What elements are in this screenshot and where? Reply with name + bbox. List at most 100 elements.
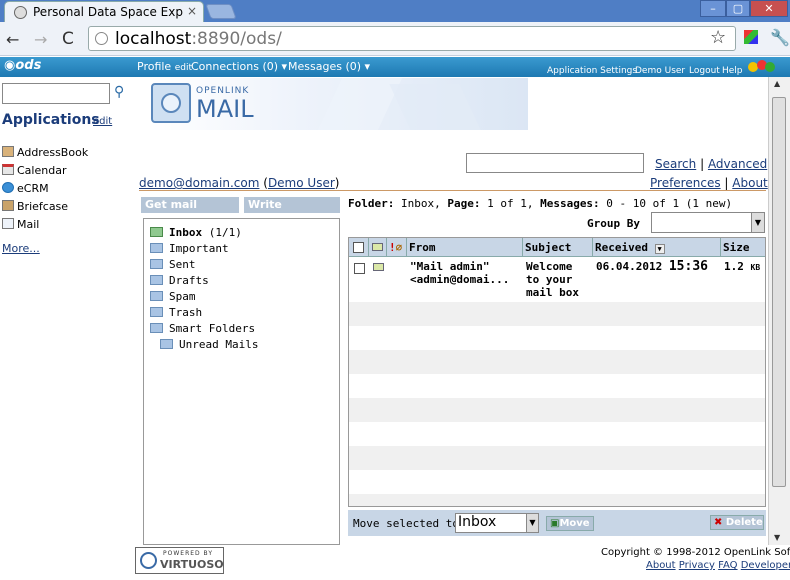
user-link[interactable]: Demo User (635, 66, 685, 76)
app-mail[interactable]: Mail (2, 218, 39, 231)
app-ecrm[interactable]: eCRM (2, 182, 49, 195)
row-from[interactable]: "Mail admin" <admin@domai... (410, 260, 522, 286)
ods-navbar: ◉ods Profile edit Connections (0) ▾ Mess… (0, 57, 790, 77)
get-mail-button[interactable]: Get mail (141, 197, 239, 213)
applications-edit-link[interactable]: edit (93, 116, 112, 127)
about-link[interactable]: About (732, 176, 767, 190)
app-calendar[interactable]: Calendar (2, 164, 66, 177)
email-link[interactable]: demo@domain.com (139, 176, 259, 190)
folder-unread-mails[interactable]: Unread Mails (160, 338, 258, 351)
read-status-header[interactable] (369, 238, 387, 257)
folder-icon (150, 259, 163, 269)
footer-developers-link[interactable]: Developers (741, 560, 790, 571)
preferences-link[interactable]: Preferences (650, 176, 721, 190)
app-addressbook[interactable]: AddressBook (2, 146, 88, 159)
copyright: Copyright © 1998-2012 OpenLink Software (601, 547, 790, 558)
folder-smart-folders[interactable]: Smart Folders (150, 322, 255, 335)
reload-icon[interactable]: C (62, 29, 74, 49)
advanced-search-link[interactable]: Advanced (708, 157, 767, 171)
select-all-checkbox[interactable] (353, 242, 364, 253)
profile-edit-link[interactable]: edit (175, 63, 192, 73)
connections-menu[interactable]: Connections (0) ▾ (191, 60, 287, 73)
row-received: 06.04.2012 15:36 (596, 259, 708, 274)
folder-tree: Inbox (1/1) Important Sent Drafts Spam T… (143, 218, 340, 545)
forward-arrow-icon[interactable]: → (34, 30, 47, 49)
folder-inbox[interactable]: Inbox (1/1) (150, 226, 242, 239)
folder-sent[interactable]: Sent (150, 258, 196, 271)
folder-icon (150, 291, 163, 301)
footer-privacy-link[interactable]: Privacy (679, 560, 715, 571)
calendar-icon (2, 164, 14, 175)
sort-arrow-icon[interactable]: ▼ (654, 244, 665, 254)
bookmark-star-icon[interactable]: ☆ (710, 27, 726, 48)
column-from[interactable]: From (407, 238, 523, 257)
message-actions-bar: Move selected to Inbox ▼ ▣Move ✖ Delete (348, 510, 766, 536)
scroll-up-arrow-icon[interactable]: ▲ (774, 79, 780, 88)
inbox-folder-icon (150, 227, 163, 237)
group-by-select[interactable]: ▼ (651, 212, 765, 233)
folder-trash[interactable]: Trash (150, 306, 202, 319)
page-scrollbar[interactable]: ▲ ▼ (768, 77, 790, 545)
scrollbar-thumb[interactable] (772, 97, 786, 487)
extension-cube-icon[interactable] (744, 30, 758, 44)
folder-spam[interactable]: Spam (150, 290, 196, 303)
browser-toolbar: ← → C localhost:8890/ods/ ☆ 🔧 (0, 22, 790, 56)
scroll-down-arrow-icon[interactable]: ▼ (774, 533, 780, 542)
column-subject[interactable]: Subject (523, 238, 593, 257)
demo-user-link[interactable]: Demo User (268, 176, 335, 190)
footer-about-link[interactable]: About (646, 560, 676, 571)
message-list-header: !⌀ From Subject Received ▼ Size (349, 238, 765, 257)
table-row[interactable]: "Mail admin" <admin@domai... Welcome to … (349, 258, 765, 302)
search-links: Search | Advanced (655, 157, 768, 171)
dropdown-arrow-icon[interactable]: ▼ (526, 514, 538, 532)
app-briefcase[interactable]: Briefcase (2, 200, 68, 213)
preference-links: Preferences | About (650, 176, 768, 190)
move-target-select[interactable]: Inbox ▼ (455, 513, 539, 533)
delete-button[interactable]: ✖ Delete (710, 515, 764, 530)
new-tab-button[interactable] (205, 4, 237, 19)
minimize-button[interactable]: – (700, 0, 726, 17)
addressbook-icon (2, 146, 14, 157)
help-link[interactable]: Help (722, 66, 743, 76)
account-line: demo@domain.com (Demo User) (139, 176, 340, 190)
footer-faq-link[interactable]: FAQ (718, 560, 737, 571)
search-icon[interactable]: ⚲ (114, 84, 124, 100)
left-search-input[interactable] (2, 83, 110, 104)
write-button[interactable]: Write (244, 197, 340, 213)
delete-icon: ✖ (714, 517, 723, 528)
messages-menu[interactable]: Messages (0) ▾ (288, 60, 370, 73)
more-apps-link[interactable]: More... (2, 242, 40, 255)
row-checkbox[interactable] (354, 263, 365, 274)
maximize-button[interactable]: ▢ (726, 0, 750, 17)
users-icon[interactable] (748, 60, 776, 74)
envelope-icon (372, 243, 383, 251)
move-button[interactable]: ▣Move (546, 516, 594, 531)
folder-icon (160, 339, 173, 349)
row-subject[interactable]: Welcome to your mail box (526, 260, 592, 299)
application-settings-link[interactable]: Application Settings (547, 66, 637, 76)
virtuoso-logo-icon (140, 552, 157, 569)
search-link[interactable]: Search (655, 157, 696, 171)
banner-title: MAIL (196, 95, 254, 123)
virtuoso-logo[interactable]: POWERED BY VIRTUOSO (135, 547, 224, 574)
folder-important[interactable]: Important (150, 242, 229, 255)
profile-menu[interactable]: Profile edit (137, 60, 192, 73)
attachment-icon: ⌀ (395, 241, 403, 254)
priority-header[interactable]: !⌀ (387, 238, 407, 257)
back-arrow-icon[interactable]: ← (6, 30, 19, 49)
column-received[interactable]: Received ▼ (593, 238, 721, 257)
mail-search-input[interactable] (466, 153, 644, 173)
wrench-icon[interactable]: 🔧 (770, 28, 790, 47)
logout-link[interactable]: Logout (689, 66, 720, 76)
ods-logo[interactable]: ◉ods (4, 58, 41, 73)
footer-links: About Privacy FAQ Developers (646, 560, 790, 571)
browser-tab[interactable]: Personal Data Space Expl × (4, 1, 204, 22)
dropdown-arrow-icon[interactable]: ▼ (751, 213, 764, 232)
address-bar[interactable]: localhost:8890/ods/ (88, 26, 736, 51)
close-window-button[interactable]: ✕ (750, 0, 788, 17)
row-size: 1.2 KB (724, 260, 761, 273)
column-size[interactable]: Size (721, 238, 765, 257)
browser-tab-bar: Personal Data Space Expl × – ▢ ✕ (0, 0, 790, 22)
folder-drafts[interactable]: Drafts (150, 274, 209, 287)
tab-close-icon[interactable]: × (187, 4, 197, 18)
